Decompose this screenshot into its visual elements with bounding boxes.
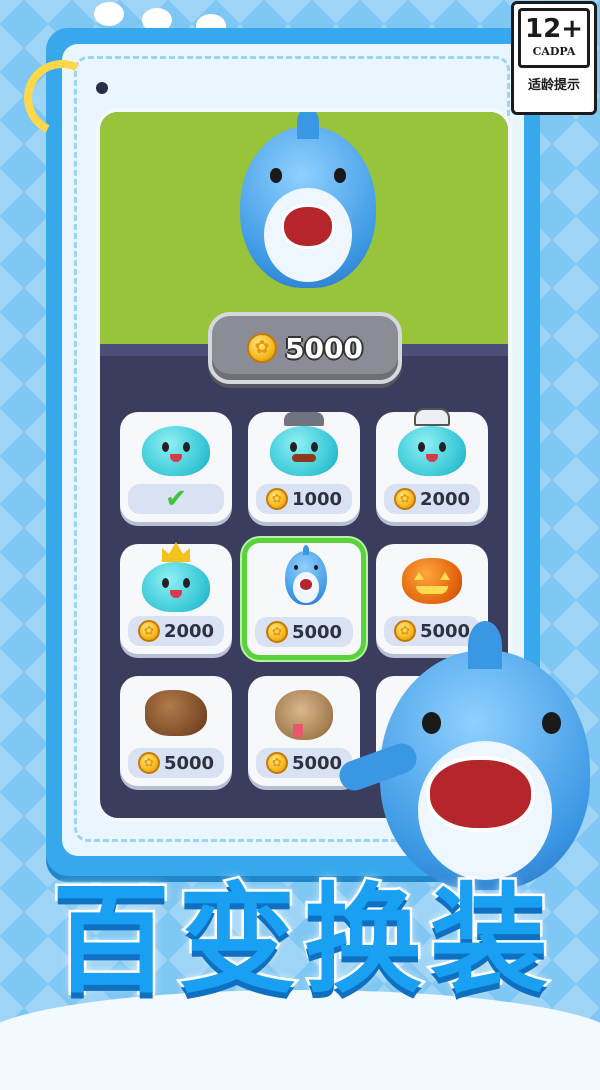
- pug-character: [275, 690, 333, 740]
- item-price: 5000: [291, 752, 343, 774]
- slime-character: [398, 408, 466, 476]
- item-price: 5000: [419, 620, 471, 642]
- coin-icon: [265, 621, 288, 643]
- slime-character: [142, 542, 210, 612]
- coin-icon: [393, 488, 416, 510]
- item-price: 5000: [163, 752, 215, 774]
- pumpkin-character: [402, 558, 462, 604]
- slime-character: [270, 412, 338, 476]
- capybara-character: [145, 690, 207, 736]
- age-rating-box: 12+ CADPA: [518, 8, 590, 68]
- price-tag: 2000: [384, 484, 480, 514]
- item-price: 1000: [291, 488, 343, 510]
- buy-price-button[interactable]: 5000: [208, 312, 402, 384]
- price-tag: 5000: [255, 617, 353, 647]
- check-icon: ✔: [165, 484, 187, 514]
- owned-tag: ✔: [128, 484, 224, 514]
- item-slot[interactable]: 1000: [248, 412, 360, 522]
- coin-icon: [137, 620, 160, 642]
- fedora-hat-icon: [284, 412, 324, 426]
- chef-hat-icon: [414, 408, 450, 426]
- price-tag: 5000: [384, 616, 480, 646]
- paw-decoration: [94, 2, 124, 26]
- title-char: 百: [49, 869, 172, 1012]
- crown-icon: [162, 542, 190, 562]
- item-price: 2000: [163, 620, 215, 642]
- age-rating-value: 12+: [525, 14, 583, 44]
- coin-icon: [393, 620, 416, 642]
- coin-icon: [265, 752, 288, 774]
- item-slot[interactable]: 2000: [376, 408, 488, 522]
- item-slot[interactable]: 2000: [120, 542, 232, 654]
- item-slot[interactable]: 5000: [120, 676, 232, 786]
- mascot-shark: [380, 621, 590, 890]
- game-title: 百 变 换 装: [0, 869, 600, 1012]
- price-tag: 5000: [256, 748, 352, 778]
- buy-price-amount: 5000: [285, 331, 363, 365]
- mustache-icon: [292, 454, 316, 462]
- item-price: 2000: [419, 488, 471, 510]
- slime-character: [142, 426, 210, 476]
- age-rating-badge: 12+ CADPA 适龄提示: [511, 1, 597, 115]
- coin-icon: [247, 333, 278, 363]
- shark-character: [285, 544, 327, 605]
- price-tag: 2000: [128, 616, 224, 646]
- title-char: 变: [175, 869, 298, 1012]
- price-tag: 1000: [256, 484, 352, 514]
- preview-character-shark: [240, 112, 376, 288]
- item-slot-owned[interactable]: ✔: [120, 412, 232, 522]
- item-price: 5000: [291, 621, 343, 643]
- item-slot-selected[interactable]: 5000: [242, 538, 366, 660]
- title-char: 换: [301, 869, 424, 1012]
- coin-icon: [265, 488, 288, 510]
- binder-hole: [96, 82, 108, 94]
- price-tag: 5000: [128, 748, 224, 778]
- coin-icon: [137, 752, 160, 774]
- age-rating-org: CADPA: [532, 45, 576, 58]
- title-char: 装: [428, 869, 551, 1012]
- age-rating-label: 适龄提示: [527, 78, 580, 93]
